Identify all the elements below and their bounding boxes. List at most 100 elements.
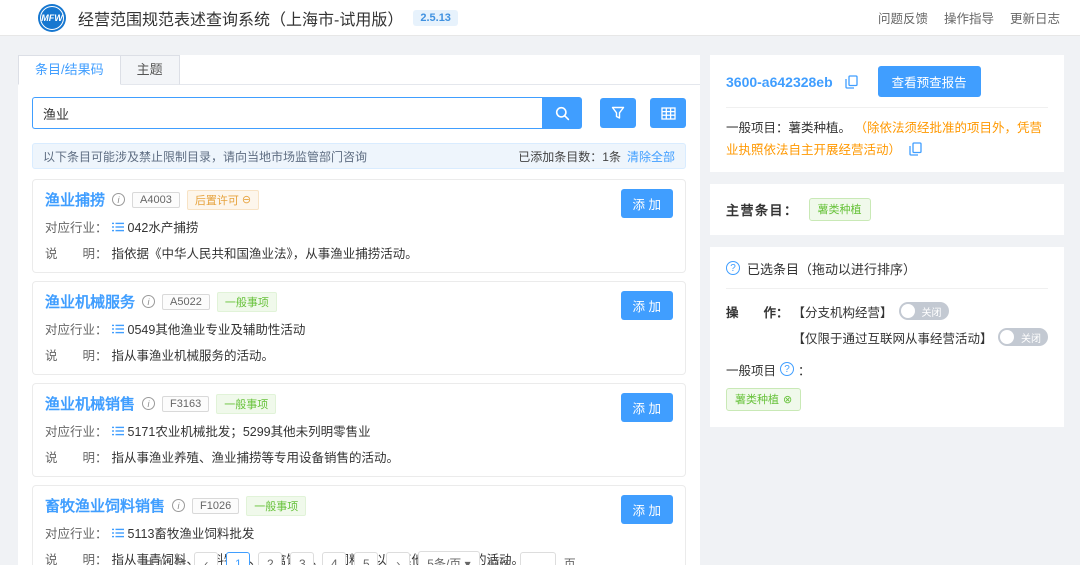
entry-title[interactable]: 渔业机械销售 — [45, 393, 135, 414]
pagination-total: 共 10 条 — [142, 557, 187, 565]
add-button[interactable]: 添 加 — [620, 189, 673, 218]
pagination-prev-button[interactable]: ‹ — [194, 551, 219, 565]
info-icon[interactable]: i — [142, 295, 156, 308]
precheck-card: 3600-a642328eb 查看预查报告 一般项目：薯类种植。 （除依法须经批… — [710, 55, 1064, 172]
remove-tag-icon[interactable]: ⊗ — [783, 393, 792, 406]
goto-page-input[interactable] — [519, 551, 556, 565]
pagination: 共 10 条 ‹ 1 2 3 4 5 › 5条/页 ▾ 前往 页 — [18, 551, 700, 565]
industry-value: 5113畜牧渔业饲料批发 — [127, 527, 255, 541]
desc-value: 指依据《中华人民共和国渔业法》，从事渔业捕捞活动。 — [111, 247, 418, 261]
add-button[interactable]: 添 加 — [620, 291, 673, 320]
grid-icon — [660, 106, 676, 120]
link-changelog[interactable]: 更新日志 — [1010, 8, 1060, 27]
result-list: 渔业捕捞 i A4003 后置许可 ⊖ 添 加 对应行业： 042水产捕捞 说 … — [18, 179, 700, 565]
info-icon[interactable]: i — [142, 397, 156, 410]
entry-code-badge: A5022 — [162, 293, 210, 310]
pagination-page-1[interactable]: 1 — [226, 551, 251, 565]
search-input[interactable] — [32, 97, 542, 129]
general-type-badge: 一般事项 — [216, 393, 277, 414]
entry-code-badge: F3163 — [162, 395, 210, 412]
info-icon[interactable]: i — [112, 193, 126, 206]
entry-title[interactable]: 渔业机械服务 — [45, 291, 135, 312]
table-view-button[interactable] — [650, 98, 686, 128]
result-card: 渔业捕捞 i A4003 后置许可 ⊖ 添 加 对应行业： 042水产捕捞 说 … — [32, 179, 686, 273]
general-type-badge: 一般事项 — [216, 291, 277, 312]
main-entry-card: 主营条目： 薯类种植 — [710, 183, 1064, 235]
branch-toggle-label: 【分支机构经营】 — [792, 305, 893, 320]
scope-preview: 一般项目：薯类种植。 （除依法须经批准的项目外，凭营业执照依法自主开展经营活动） — [726, 108, 1048, 162]
page-size-select[interactable]: 5条/页 ▾ — [418, 551, 480, 565]
selected-entry-tag[interactable]: 薯类种植 ⊗ — [726, 387, 802, 411]
tab-bar: 条目/结果码 主题 — [18, 55, 700, 85]
question-icon[interactable]: ? — [780, 362, 795, 377]
branch-operation-toggle[interactable]: 关闭 — [898, 302, 949, 321]
view-report-button[interactable]: 查看预查报告 — [877, 66, 981, 97]
main-entry-tag[interactable]: 薯类种植 — [808, 197, 871, 221]
link-guide[interactable]: 操作指导 — [944, 8, 994, 27]
precheck-code: 3600-a642328eb — [726, 73, 833, 90]
pagination-page-3[interactable]: 3 — [290, 551, 315, 565]
question-icon[interactable]: ? — [726, 261, 740, 276]
result-card: 渔业机械服务 i A5022 一般事项 添 加 对应行业： 0549其他渔业专业… — [32, 281, 686, 375]
scope-text: 一般项目：薯类种植。 — [726, 121, 852, 135]
chevron-down-icon: ▾ — [464, 557, 471, 565]
pagination-page-4[interactable]: 4 — [322, 551, 347, 565]
internet-only-toggle[interactable]: 关闭 — [998, 328, 1048, 347]
operation-label: 操 作： — [726, 305, 789, 320]
tab-topic[interactable]: 主题 — [120, 55, 180, 85]
industry-label: 对应行业： — [45, 425, 108, 439]
version-badge: 2.5.13 — [413, 9, 458, 26]
selected-entries-card: ? 已选条目（拖动以进行排序） 操 作： 【分支机构经营】 关闭 【仅限于通过互… — [710, 246, 1064, 427]
selected-entries-title: 已选条目（拖动以进行排序） — [747, 261, 917, 277]
funnel-icon — [611, 106, 625, 119]
copy-icon[interactable] — [845, 74, 858, 89]
industry-label: 对应行业： — [45, 323, 108, 337]
search-button[interactable] — [542, 97, 582, 129]
warning-text: 以下条目可能涉及禁止限制目录，请向当地市场监管部门咨询 — [43, 149, 368, 164]
list-icon — [111, 426, 124, 435]
pagination-page-5[interactable]: 5 — [354, 551, 379, 565]
permit-type-badge: 后置许可 ⊖ — [186, 189, 260, 210]
selection-panel: 3600-a642328eb 查看预查报告 一般项目：薯类种植。 （除依法须经批… — [710, 55, 1064, 439]
desc-label: 说 明： — [45, 247, 108, 261]
entry-title[interactable]: 渔业捕捞 — [45, 189, 105, 210]
pagination-page-2[interactable]: 2 — [258, 551, 283, 565]
industry-value: 0549其他渔业专业及辅助性活动 — [127, 323, 306, 337]
desc-value: 指从事渔业养殖、渔业捕捞等专用设备销售的活动。 — [111, 451, 400, 465]
general-project-label: 一般项目 — [726, 363, 777, 378]
pagination-next-button[interactable]: › — [386, 551, 411, 565]
minus-circle-icon: ⊖ — [241, 194, 252, 206]
clear-all-link[interactable]: 清除全部 — [627, 148, 675, 165]
industry-value: 5171农业机械批发；5299其他未列明零售业 — [127, 425, 371, 439]
page-title: 经营范围规范表述查询系统（上海市-试用版） — [78, 11, 404, 29]
tab-entry-code[interactable]: 条目/结果码 — [18, 55, 121, 85]
warning-banner: 以下条目可能涉及禁止限制目录，请向当地市场监管部门咨询 已添加条目数：1条 清除… — [32, 143, 686, 169]
list-icon — [111, 324, 124, 333]
results-panel: 条目/结果码 主题 以下条目可能涉及禁止限制目录，请向当地 — [18, 55, 700, 565]
list-icon — [111, 222, 124, 231]
toggle-knob — [1000, 330, 1014, 345]
desc-value: 指从事渔业机械服务的活动。 — [111, 349, 275, 363]
app-logo-icon: MFW — [38, 3, 66, 32]
page-suffix-label: 页 — [563, 557, 576, 565]
search-icon — [555, 106, 569, 120]
search-row — [18, 85, 700, 137]
entry-code-badge: F1026 — [192, 497, 240, 514]
header-links: 问题反馈 操作指导 更新日志 — [878, 8, 1060, 27]
link-feedback[interactable]: 问题反馈 — [878, 8, 928, 27]
general-type-badge: 一般事项 — [246, 495, 307, 516]
info-icon[interactable]: i — [172, 499, 186, 512]
add-button[interactable]: 添 加 — [620, 393, 673, 422]
entry-code-badge: A4003 — [132, 191, 180, 208]
desc-label: 说 明： — [45, 349, 108, 363]
copy-icon[interactable] — [908, 142, 922, 156]
result-card: 渔业机械销售 i F3163 一般事项 添 加 对应行业： 5171农业机械批发… — [32, 383, 686, 477]
add-button[interactable]: 添 加 — [620, 495, 673, 524]
added-count: 已添加条目数：1条 — [518, 149, 621, 164]
internet-toggle-label: 【仅限于通过互联网从事经营活动】 — [792, 331, 993, 346]
industry-label: 对应行业： — [45, 527, 108, 541]
filter-button[interactable] — [600, 98, 636, 128]
goto-label: 前往 — [487, 557, 512, 565]
desc-label: 说 明： — [45, 451, 108, 465]
entry-title[interactable]: 畜牧渔业饲料销售 — [45, 495, 165, 516]
